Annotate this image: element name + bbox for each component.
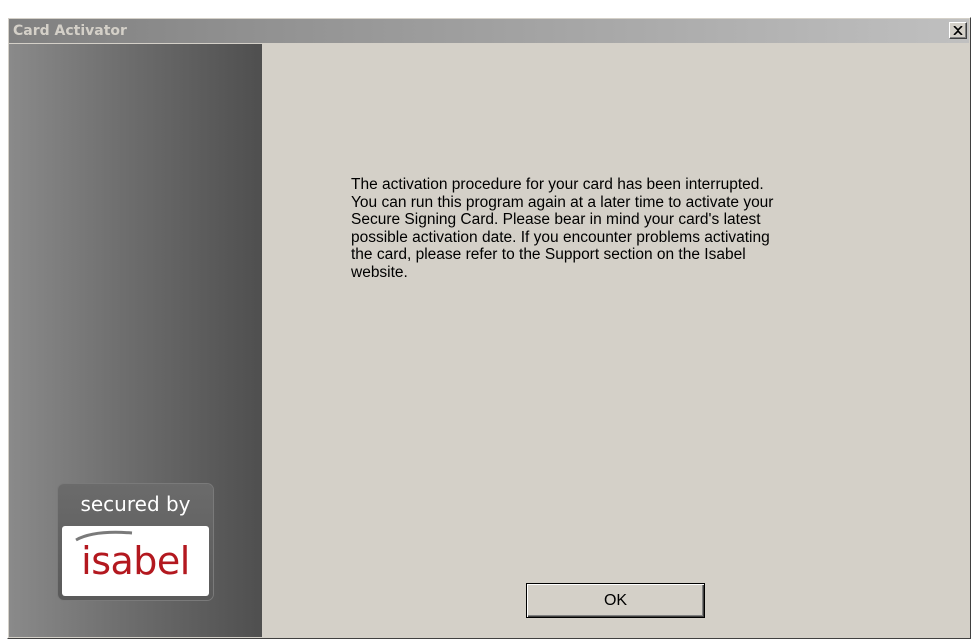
message-line: the card, please refer to the Support se… xyxy=(351,246,746,263)
message-line: You can run this program again at a late… xyxy=(351,193,774,211)
title-bar[interactable]: Card Activator xyxy=(9,19,969,43)
ok-button[interactable]: OK xyxy=(526,583,705,618)
logo-brand-panel: isabel xyxy=(62,526,209,596)
sidebar-panel: secured by isabel xyxy=(9,44,262,637)
message-line: Secure Signing Card. Please bear in mind… xyxy=(351,211,761,228)
message-line: website. xyxy=(351,263,408,281)
window-title: Card Activator xyxy=(13,23,127,39)
logo-brand-name: isabel xyxy=(81,539,190,583)
message-line: The activation procedure for your card h… xyxy=(351,176,764,193)
card-activator-window: Card Activator secured by isabel The act… xyxy=(7,17,971,639)
message-line: possible activation date. If you encount… xyxy=(351,228,770,246)
secured-by-isabel-logo: secured by isabel xyxy=(58,484,213,600)
close-button[interactable] xyxy=(949,22,967,39)
activation-message: The activation procedure for your card h… xyxy=(351,176,871,281)
close-icon xyxy=(953,26,963,35)
logo-tagline: secured by xyxy=(80,492,191,516)
